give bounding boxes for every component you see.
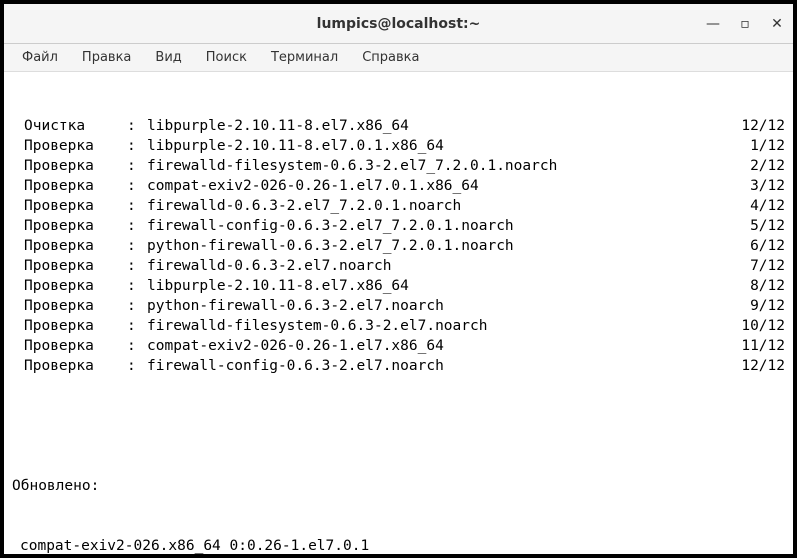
terminal-line: Очистка: libpurple-2.10.11-8.el7.x86_641… bbox=[12, 116, 785, 136]
menubar: Файл Правка Вид Поиск Терминал Справка bbox=[4, 44, 793, 72]
op-label: Проверка bbox=[12, 156, 127, 176]
terminal-line: Проверка: compat-exiv2-026-0.26-1.el7.x8… bbox=[12, 336, 785, 356]
terminal-line: Проверка: python-firewall-0.6.3-2.el7_7.… bbox=[12, 236, 785, 256]
colon: : bbox=[127, 276, 147, 296]
progress-count: 12/12 bbox=[725, 116, 785, 136]
package-name: libpurple-2.10.11-8.el7.x86_64 bbox=[147, 276, 725, 296]
progress-count: 11/12 bbox=[725, 336, 785, 356]
window-title: lumpics@localhost:~ bbox=[317, 16, 481, 32]
progress-count: 5/12 bbox=[725, 216, 785, 236]
op-label: Проверка bbox=[12, 276, 127, 296]
op-label: Очистка bbox=[12, 116, 127, 136]
progress-count: 8/12 bbox=[725, 276, 785, 296]
colon: : bbox=[127, 236, 147, 256]
package-name: firewall-config-0.6.3-2.el7.noarch bbox=[147, 356, 725, 376]
updated-header: Обновлено: bbox=[12, 476, 785, 496]
terminal-line: Проверка: firewalld-filesystem-0.6.3-2.e… bbox=[12, 316, 785, 336]
package-name: firewalld-filesystem-0.6.3-2.el7.noarch bbox=[147, 316, 725, 336]
colon: : bbox=[127, 176, 147, 196]
terminal-line: Проверка: firewall-config-0.6.3-2.el7_7.… bbox=[12, 216, 785, 236]
menu-search[interactable]: Поиск bbox=[196, 46, 257, 69]
package-name: firewalld-0.6.3-2.el7.noarch bbox=[147, 256, 725, 276]
menu-view[interactable]: Вид bbox=[145, 46, 191, 69]
progress-count: 3/12 bbox=[725, 176, 785, 196]
package-name: libpurple-2.10.11-8.el7.0.1.x86_64 bbox=[147, 136, 725, 156]
colon: : bbox=[127, 196, 147, 216]
maximize-button[interactable]: ▫ bbox=[737, 16, 753, 32]
progress-count: 4/12 bbox=[725, 196, 785, 216]
menu-edit[interactable]: Правка bbox=[72, 46, 141, 69]
colon: : bbox=[127, 336, 147, 356]
progress-count: 10/12 bbox=[725, 316, 785, 336]
colon: : bbox=[127, 136, 147, 156]
terminal-line: Проверка: firewalld-0.6.3-2.el7_7.2.0.1.… bbox=[12, 196, 785, 216]
menu-terminal[interactable]: Терминал bbox=[261, 46, 348, 69]
terminal-line: Проверка: firewall-config-0.6.3-2.el7.no… bbox=[12, 356, 785, 376]
package-name: compat-exiv2-026-0.26-1.el7.0.1.x86_64 bbox=[147, 176, 725, 196]
op-label: Проверка bbox=[12, 316, 127, 336]
terminal-window: lumpics@localhost:~ — ▫ ✕ Файл Правка Ви… bbox=[4, 4, 793, 554]
op-label: Проверка bbox=[12, 176, 127, 196]
terminal-line: Проверка: firewalld-filesystem-0.6.3-2.e… bbox=[12, 156, 785, 176]
op-label: Проверка bbox=[12, 296, 127, 316]
op-label: Проверка bbox=[12, 256, 127, 276]
op-label: Проверка bbox=[12, 356, 127, 376]
menu-help[interactable]: Справка bbox=[352, 46, 429, 69]
updated-package: compat-exiv2-026.x86_64 0:0.26-1.el7.0.1 bbox=[12, 536, 785, 554]
progress-count: 6/12 bbox=[725, 236, 785, 256]
colon: : bbox=[127, 356, 147, 376]
colon: : bbox=[127, 296, 147, 316]
package-name: python-firewall-0.6.3-2.el7.noarch bbox=[147, 296, 725, 316]
terminal-line: Проверка: compat-exiv2-026-0.26-1.el7.0.… bbox=[12, 176, 785, 196]
op-label: Проверка bbox=[12, 196, 127, 216]
terminal-line: Проверка: python-firewall-0.6.3-2.el7.no… bbox=[12, 296, 785, 316]
colon: : bbox=[127, 216, 147, 236]
op-label: Проверка bbox=[12, 216, 127, 236]
terminal-line: Проверка: libpurple-2.10.11-8.el7.0.1.x8… bbox=[12, 136, 785, 156]
window-controls: — ▫ ✕ bbox=[705, 16, 785, 32]
progress-count: 1/12 bbox=[725, 136, 785, 156]
colon: : bbox=[127, 116, 147, 136]
colon: : bbox=[127, 156, 147, 176]
package-name: compat-exiv2-026-0.26-1.el7.x86_64 bbox=[147, 336, 725, 356]
terminal-viewport[interactable]: Очистка: libpurple-2.10.11-8.el7.x86_641… bbox=[4, 72, 793, 554]
progress-count: 9/12 bbox=[725, 296, 785, 316]
terminal-line: Проверка: libpurple-2.10.11-8.el7.x86_64… bbox=[12, 276, 785, 296]
close-button[interactable]: ✕ bbox=[769, 16, 785, 32]
progress-count: 7/12 bbox=[725, 256, 785, 276]
package-name: firewall-config-0.6.3-2.el7_7.2.0.1.noar… bbox=[147, 216, 725, 236]
terminal-line: Проверка: firewalld-0.6.3-2.el7.noarch7/… bbox=[12, 256, 785, 276]
progress-count: 2/12 bbox=[725, 156, 785, 176]
package-name: firewalld-filesystem-0.6.3-2.el7_7.2.0.1… bbox=[147, 156, 725, 176]
op-label: Проверка bbox=[12, 236, 127, 256]
op-label: Проверка bbox=[12, 336, 127, 356]
colon: : bbox=[127, 316, 147, 336]
menu-file[interactable]: Файл bbox=[12, 46, 68, 69]
package-name: python-firewall-0.6.3-2.el7_7.2.0.1.noar… bbox=[147, 236, 725, 256]
package-name: libpurple-2.10.11-8.el7.x86_64 bbox=[147, 116, 725, 136]
progress-count: 12/12 bbox=[725, 356, 785, 376]
package-name: firewalld-0.6.3-2.el7_7.2.0.1.noarch bbox=[147, 196, 725, 216]
minimize-button[interactable]: — bbox=[705, 16, 721, 32]
titlebar: lumpics@localhost:~ — ▫ ✕ bbox=[4, 4, 793, 44]
colon: : bbox=[127, 256, 147, 276]
op-label: Проверка bbox=[12, 136, 127, 156]
